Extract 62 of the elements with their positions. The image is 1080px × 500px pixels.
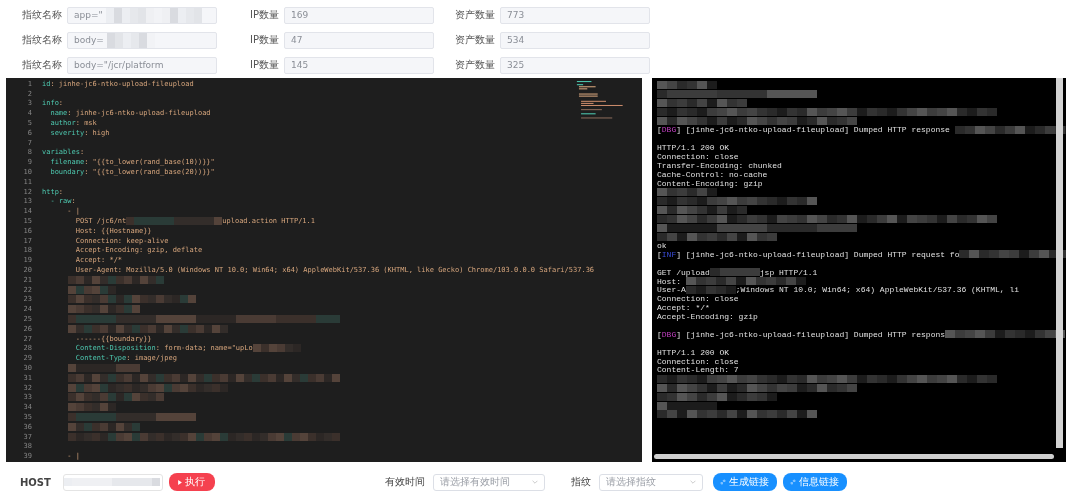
log-text: [ — [657, 249, 662, 259]
play-icon — [178, 479, 183, 485]
field-label: 指纹名称 — [22, 58, 62, 72]
field-label: 指纹名称 — [22, 8, 62, 22]
asset-count-field[interactable]: 534 — [500, 31, 650, 49]
asset-count-field[interactable]: 325 — [500, 56, 650, 74]
ip-count-field[interactable]: 145 — [284, 56, 434, 74]
log-text: Connection: close — [657, 294, 739, 304]
log-text: Connection: close — [657, 356, 739, 366]
log-text: Cache-Control: no-cache — [657, 169, 768, 179]
log-text: Content-Length: 7 — [657, 365, 739, 375]
log-level-tag: DBG — [661, 329, 677, 339]
field-label: 资产数量 — [455, 58, 495, 72]
fingerprint-name-field[interactable]: body= — [67, 31, 217, 49]
log-text: Content-Encoding: gzip — [657, 178, 763, 188]
link-icon — [720, 479, 727, 485]
chevron-down-icon — [689, 480, 696, 484]
log-text: ] [jinhe-jc6-ntko-upload-fileupload] Dumped HTTP response — [676, 125, 951, 135]
run-button[interactable]: 执行 — [168, 473, 215, 491]
validity-select[interactable]: 请选择有效时间 — [432, 473, 545, 491]
link-icon — [790, 479, 797, 485]
scrollbar[interactable] — [1056, 78, 1063, 448]
fingerprint-name-field[interactable]: app=" — [67, 6, 217, 24]
log-level-tag: INF — [661, 249, 677, 259]
host-field[interactable] — [62, 473, 163, 491]
field-label: 指纹名称 — [22, 33, 62, 47]
log-text: User-A — [657, 285, 686, 295]
log-text: ] [jinhe-jc6-ntko-upload-fileupload] Dumped HTTP respons — [676, 329, 946, 339]
log-text: [ — [657, 329, 662, 339]
link-button[interactable]: 生成链接 — [712, 473, 777, 491]
ip-count-field[interactable]: 169 — [284, 6, 434, 24]
log-text: ] [jinhe-jc6-ntko-upload-fileupload] Dumped HTTP request fo — [676, 249, 960, 259]
chevron-down-icon — [531, 480, 538, 484]
field-label: 资产数量 — [455, 33, 495, 47]
validity-label: 有效时间 — [384, 475, 425, 489]
field-label: 资产数量 — [455, 8, 495, 22]
redaction-mosaic — [252, 344, 301, 353]
asset-count-field[interactable]: 773 — [500, 6, 650, 24]
field-label: IP数量 — [250, 33, 279, 47]
field-label: IP数量 — [250, 8, 279, 22]
code-editor[interactable] — [6, 78, 642, 462]
log-text: GET /upload — [657, 267, 710, 277]
log-text: Host: — [657, 276, 681, 286]
log-text: Accept: */* — [657, 303, 710, 313]
host-label: HOST — [20, 476, 51, 488]
log-text: ;Windows NT 10.0; Win64; x64) AppleWebKit/537.36 (KHTML, li — [735, 285, 1020, 295]
log-level-tag: DBG — [661, 125, 677, 135]
ip-count-field[interactable]: 47 — [284, 31, 434, 49]
scrollbar[interactable] — [654, 454, 1054, 459]
log-text: HTTP/1.1 200 OK — [657, 143, 729, 153]
link-button[interactable]: 信息链接 — [782, 473, 847, 491]
log-text: ok — [657, 241, 667, 250]
log-text: Transfer-Encoding: chunked — [657, 160, 782, 170]
log-text: HTTP/1.1 200 OK — [657, 347, 729, 357]
fingerprint-name-field[interactable]: body="/jcr/platform — [67, 56, 217, 74]
fingerprint-label: 指纹 — [570, 475, 591, 489]
log-text: [ — [657, 125, 662, 135]
log-text: Accept-Encoding: gzip — [657, 312, 758, 322]
log-text: jsp HTTP/1.1 — [759, 267, 818, 277]
field-label: IP数量 — [250, 58, 279, 72]
fingerprint-select[interactable]: 请选择指纹 — [598, 473, 703, 491]
log-text: Connection: close — [657, 152, 739, 162]
